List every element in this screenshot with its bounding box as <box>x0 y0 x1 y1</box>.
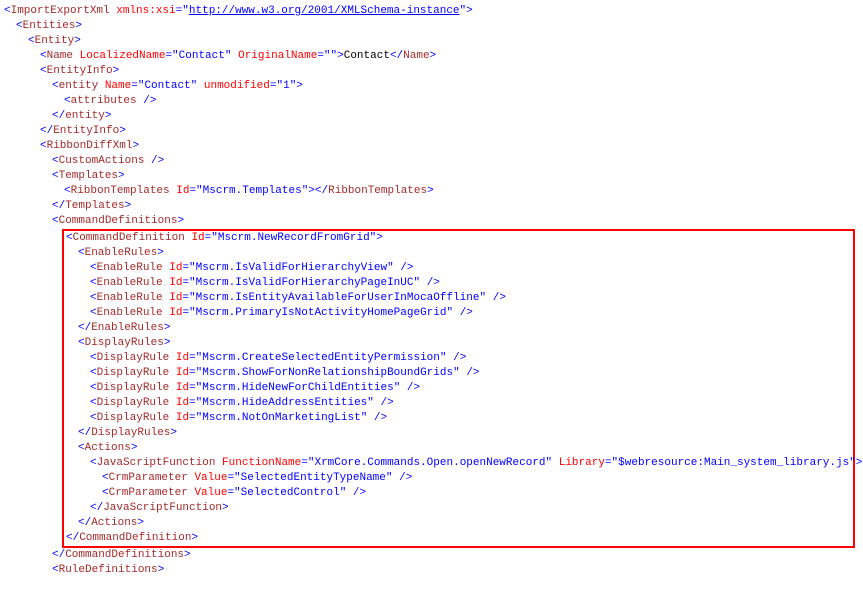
xml-line: <RibbonDiffXml> <box>4 139 859 154</box>
xml-line: <ImportExportXml xmlns:xsi="http://www.w… <box>4 4 859 19</box>
xml-line: </CommandDefinitions> <box>4 548 859 563</box>
xml-line: <attributes /> <box>4 94 859 109</box>
highlighted-block: <CommandDefinition Id="Mscrm.NewRecordFr… <box>62 229 855 548</box>
xml-line: </EnableRules> <box>66 321 853 336</box>
xml-line: </JavaScriptFunction> <box>66 501 853 516</box>
xml-line: </Templates> <box>4 199 859 214</box>
xml-line: <DisplayRule Id="Mscrm.CreateSelectedEnt… <box>66 351 853 366</box>
xml-line: <EnableRule Id="Mscrm.PrimaryIsNotActivi… <box>66 306 853 321</box>
xml-line: <RuleDefinitions> <box>4 563 859 578</box>
xml-line: <CrmParameter Value="SelectedControl" /> <box>66 486 853 501</box>
xml-line: <entity Name="Contact" unmodified="1"> <box>4 79 859 94</box>
xml-line: <DisplayRule Id="Mscrm.HideAddressEntiti… <box>66 396 853 411</box>
xml-line: <CustomActions /> <box>4 154 859 169</box>
xml-line: <EnableRules> <box>66 246 853 261</box>
xml-line: <Actions> <box>66 441 853 456</box>
xml-line: <JavaScriptFunction FunctionName="XrmCor… <box>66 456 853 471</box>
xml-line: </Actions> <box>66 516 853 531</box>
xml-line: <CommandDefinition Id="Mscrm.NewRecordFr… <box>66 231 853 246</box>
xml-line: </EntityInfo> <box>4 124 859 139</box>
xml-line: <Templates> <box>4 169 859 184</box>
xml-line: <DisplayRule Id="Mscrm.ShowForNonRelatio… <box>66 366 853 381</box>
xml-line: </CommandDefinition> <box>66 531 853 546</box>
xml-line: <CommandDefinitions> <box>4 214 859 229</box>
xml-line: <CrmParameter Value="SelectedEntityTypeN… <box>66 471 853 486</box>
xml-line: <EntityInfo> <box>4 64 859 79</box>
xml-line: <Entity> <box>4 34 859 49</box>
xml-line: <DisplayRules> <box>66 336 853 351</box>
xml-line: <DisplayRule Id="Mscrm.NotOnMarketingLis… <box>66 411 853 426</box>
xml-line: <EnableRule Id="Mscrm.IsEntityAvailableF… <box>66 291 853 306</box>
xml-line: <RibbonTemplates Id="Mscrm.Templates"></… <box>4 184 859 199</box>
xml-line: </DisplayRules> <box>66 426 853 441</box>
xml-line: </entity> <box>4 109 859 124</box>
xsi-link[interactable]: http://www.w3.org/2001/XMLSchema-instanc… <box>189 5 460 17</box>
xml-line: <Entities> <box>4 19 859 34</box>
xml-line: <EnableRule Id="Mscrm.IsValidForHierarch… <box>66 276 853 291</box>
xml-line: <EnableRule Id="Mscrm.IsValidForHierarch… <box>66 261 853 276</box>
xml-line: <Name LocalizedName="Contact" OriginalNa… <box>4 49 859 64</box>
xml-line: <DisplayRule Id="Mscrm.HideNewForChildEn… <box>66 381 853 396</box>
